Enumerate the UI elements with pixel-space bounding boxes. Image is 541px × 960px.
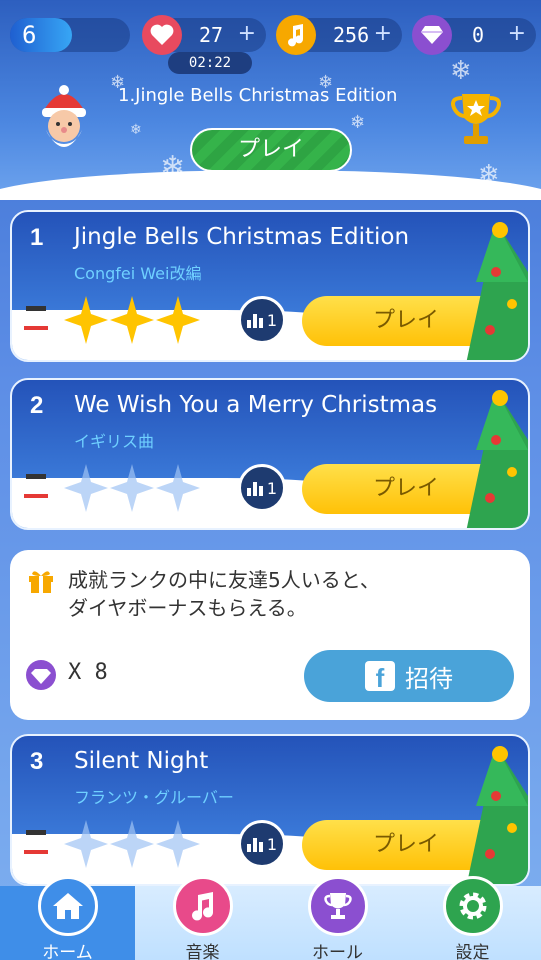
christmas-tree-icon [466,222,528,360]
snowman-icon [22,474,50,520]
star-empty-icon [64,820,108,868]
nav-home[interactable]: ホーム [0,876,135,960]
snowman-icon [22,306,50,352]
notes-value: 256 [333,23,370,47]
snowflake-icon: ❄ [450,56,472,86]
song-title: We Wish You a Merry Christmas [74,392,438,418]
lives-timer: 02:22 [168,52,252,74]
level-number: 6 [22,21,37,49]
diamonds-counter[interactable]: 0 + [412,15,536,55]
add-notes-button[interactable]: + [374,21,392,46]
nav-hall-label: ホール [312,943,363,960]
rank-value: 1 [266,310,278,330]
song-artist: イギリス曲 [74,432,155,451]
star-empty-icon [156,820,200,868]
star-rating [64,820,200,868]
bar-chart-icon [246,314,263,328]
song-artist: フランツ・グルーバー [74,788,234,807]
invite-card: 成就ランクの中に友達5人いると、 ダイヤボーナスもらえる。 X 8 f 招待 [10,550,530,720]
leaderboard-button[interactable]: 1 [238,820,286,868]
bottom-nav: ホーム 音楽 ホール 設定 [0,876,541,960]
song-artist: Congfei Wei改編 [74,264,202,283]
diamond-icon [412,15,452,55]
star-rating [64,464,200,512]
star-rating [64,296,200,344]
song-number: 3 [30,748,44,775]
snowflake-icon: ❄ [130,122,142,138]
star-empty-icon [110,820,154,868]
rank-value: 1 [266,478,278,498]
now-playing-title: 1.Jingle Bells Christmas Edition [118,85,398,106]
song-number: 1 [30,224,44,251]
lives-value: 27 [199,23,224,47]
nav-settings-label: 設定 [455,943,490,960]
star-empty-icon [64,464,108,512]
snow-bank [0,170,541,200]
song-title: Silent Night [74,748,209,774]
facebook-invite-button[interactable]: f 招待 [304,650,514,702]
star-filled-icon [156,296,200,344]
nav-hall[interactable]: ホール [270,876,405,960]
music-note-icon [172,876,233,936]
gear-icon [442,876,503,936]
song-card-3[interactable]: 3 Silent Night フランツ・グルーバー 1 プレイ [10,734,530,886]
christmas-tree-icon [466,390,528,528]
invite-button-label: 招待 [405,664,453,693]
star-empty-icon [110,464,154,512]
facebook-icon: f [365,661,395,691]
nav-settings[interactable]: 設定 [405,876,540,960]
reward-count: X 8 [68,660,108,685]
bar-chart-icon [246,838,263,852]
invite-message-line2: ダイヤボーナスもらえる。 [68,596,307,620]
trophy-icon[interactable] [448,90,504,150]
add-lives-button[interactable]: + [238,21,256,46]
heart-icon [142,15,182,55]
nav-home-label: ホーム [42,943,93,960]
christmas-tree-icon [466,746,528,884]
bar-chart-icon [246,482,263,496]
snowflake-icon: ❄ [350,112,366,133]
trophy-icon [307,876,368,936]
diamonds-value: 0 [472,23,485,47]
leaderboard-button[interactable]: 1 [238,464,286,512]
music-note-icon [276,15,316,55]
home-icon [37,876,98,936]
star-empty-icon [156,464,200,512]
diamond-icon [26,660,56,690]
add-diamonds-button[interactable]: + [508,21,526,46]
notes-counter[interactable]: 256 + [276,15,402,55]
invite-message: 成就ランクの中に友達5人いると、 ダイヤボーナスもらえる。 [68,566,508,622]
song-number: 2 [30,392,44,419]
lives-counter[interactable]: 27 + [142,15,266,55]
star-filled-icon [64,296,108,344]
song-card-2[interactable]: 2 We Wish You a Merry Christmas イギリス曲 1 … [10,378,530,530]
gift-icon [29,571,53,593]
santa-avatar-icon[interactable] [36,84,92,156]
snowman-icon [22,830,50,876]
nav-music[interactable]: 音楽 [135,876,270,960]
level-progress-fill [10,18,72,52]
nav-music-label: 音楽 [185,943,220,960]
song-card-1[interactable]: 1 Jingle Bells Christmas Edition Congfei… [10,210,530,362]
rank-value: 1 [266,834,278,854]
leaderboard-button[interactable]: 1 [238,296,286,344]
star-filled-icon [110,296,154,344]
song-title: Jingle Bells Christmas Edition [74,224,410,250]
level-progress[interactable]: 6 [10,18,130,52]
invite-message-line1: 成就ランクの中に友達5人いると、 [68,568,380,592]
header-play-button[interactable]: プレイ [190,128,352,172]
